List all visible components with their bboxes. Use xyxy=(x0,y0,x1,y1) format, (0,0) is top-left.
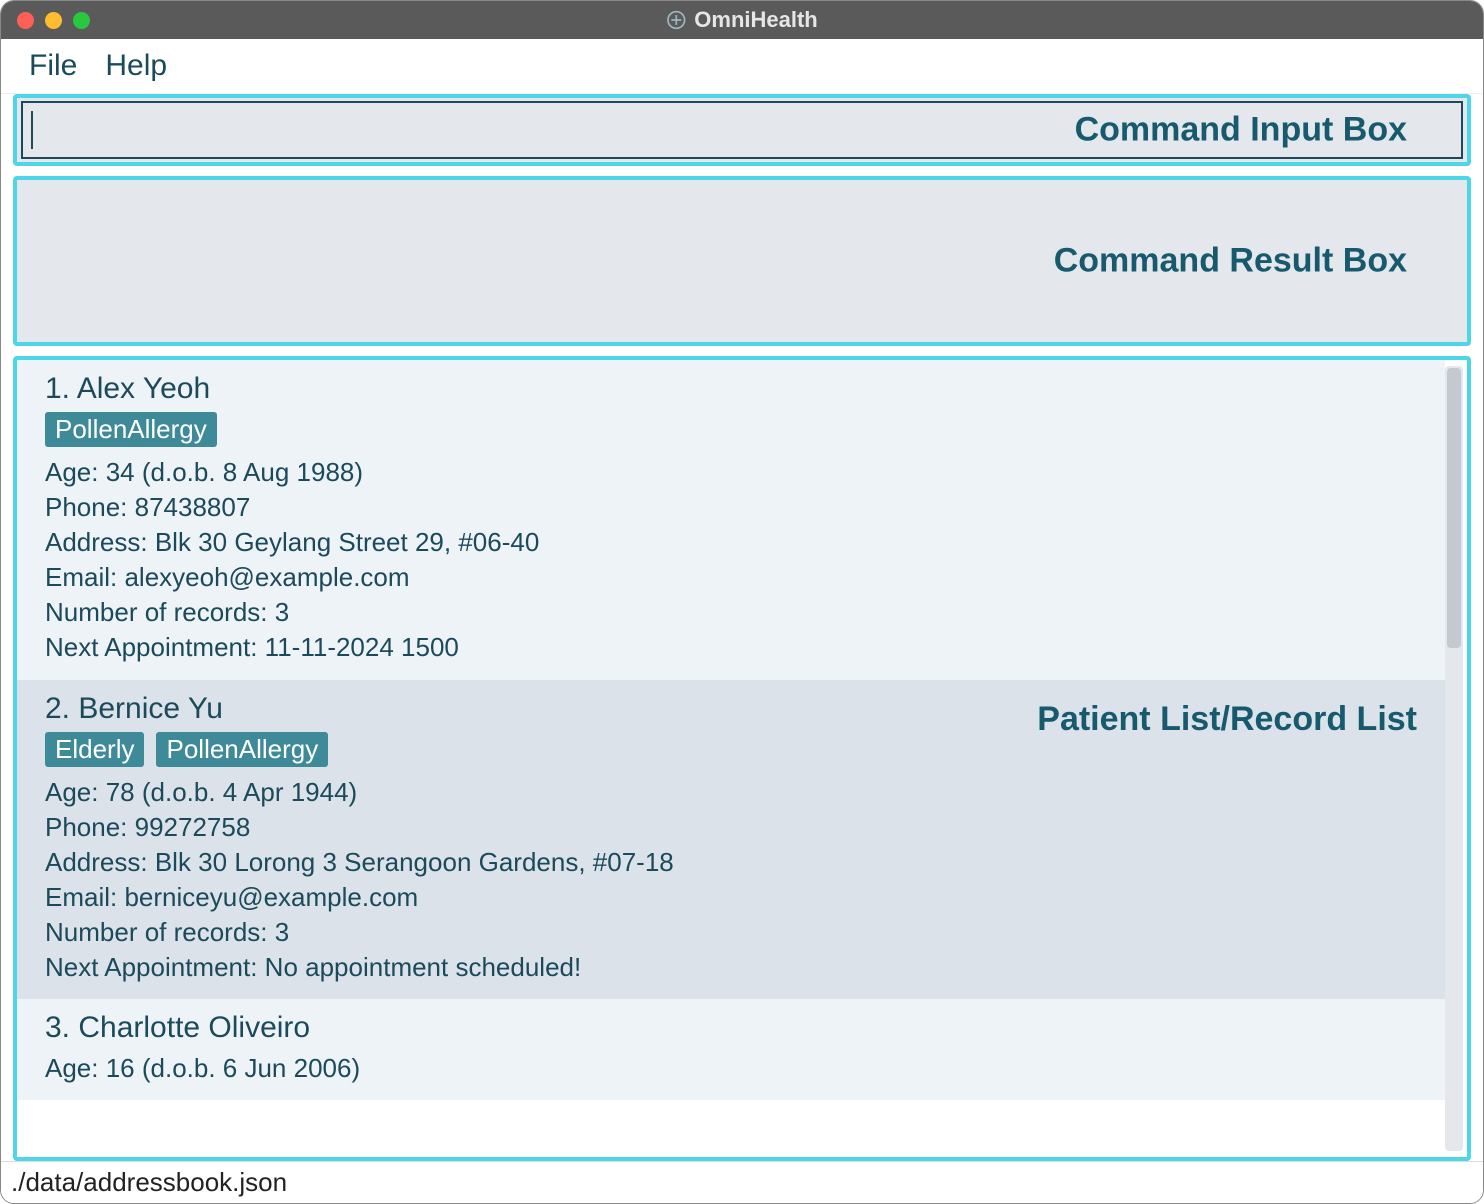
tag: PollenAllergy xyxy=(156,732,328,767)
maximize-icon[interactable] xyxy=(73,12,90,29)
command-result-box: Command Result Box xyxy=(13,176,1471,346)
patient-title: 3. Charlotte Oliveiro xyxy=(45,1011,1417,1045)
window-title: OmniHealth xyxy=(666,7,817,33)
patient-detail-line: Phone: 87438807 xyxy=(45,490,1417,525)
patient-detail-line: Number of records: 3 xyxy=(45,915,1417,950)
tag: PollenAllergy xyxy=(45,412,217,447)
patient-detail-line: Address: Blk 30 Geylang Street 29, #06-4… xyxy=(45,525,1417,560)
patient-detail-line: Email: berniceyu@example.com xyxy=(45,880,1417,915)
menu-help[interactable]: Help xyxy=(105,49,167,83)
command-input-box: Command Input Box xyxy=(13,94,1471,166)
window-controls xyxy=(17,12,90,29)
patient-detail-line: Age: 78 (d.o.b. 4 Apr 1944) xyxy=(45,775,1417,810)
patient-card[interactable]: 3. Charlotte Oliveiro Age: 16 (d.o.b. 6 J… xyxy=(17,999,1445,1100)
scrollbar[interactable] xyxy=(1445,366,1463,1151)
patient-list-box: 1. Alex Yeoh PollenAllergy Age: 34 (d.o.b.… xyxy=(13,356,1471,1161)
menubar: File Help xyxy=(1,39,1483,94)
menu-file[interactable]: File xyxy=(29,49,77,83)
patient-detail-line: Phone: 99272758 xyxy=(45,810,1417,845)
statusbar-path: ./data/addressbook.json xyxy=(11,1167,287,1198)
close-icon[interactable] xyxy=(17,12,34,29)
scrollbar-thumb[interactable] xyxy=(1447,368,1461,648)
patient-list[interactable]: 1. Alex Yeoh PollenAllergy Age: 34 (d.o.b.… xyxy=(17,360,1445,1157)
statusbar: ./data/addressbook.json xyxy=(1,1161,1483,1203)
tag: Elderly xyxy=(45,732,144,767)
text-cursor-icon xyxy=(31,111,33,149)
content-area: Command Input Box Command Result Box 1. … xyxy=(1,94,1483,1161)
patient-detail-line: Email: alexyeoh@example.com xyxy=(45,560,1417,595)
patient-detail-line: Address: Blk 30 Lorong 3 Serangoon Garde… xyxy=(45,845,1417,880)
patient-detail-line: Number of records: 3 xyxy=(45,595,1417,630)
patient-title: 1. Alex Yeoh xyxy=(45,372,1417,406)
patient-detail-line: Age: 16 (d.o.b. 6 Jun 2006) xyxy=(45,1051,1417,1086)
patient-detail-line: Age: 34 (d.o.b. 8 Aug 1988) xyxy=(45,455,1417,490)
command-input[interactable] xyxy=(21,101,1463,159)
app-window: OmniHealth File Help Command Input Box C… xyxy=(0,0,1484,1204)
patient-detail-line: Next Appointment: 11-11-2024 1500 xyxy=(45,630,1417,665)
patient-title: 2. Bernice Yu xyxy=(45,692,1417,726)
window-title-text: OmniHealth xyxy=(694,7,817,33)
patient-tags: PollenAllergy xyxy=(45,412,1417,447)
patient-detail-line: Next Appointment: No appointment schedul… xyxy=(45,950,1417,985)
command-result-label: Command Result Box xyxy=(1054,242,1407,281)
minimize-icon[interactable] xyxy=(45,12,62,29)
patient-card[interactable]: 1. Alex Yeoh PollenAllergy Age: 34 (d.o.b.… xyxy=(17,360,1445,680)
app-logo-icon xyxy=(666,10,686,30)
patient-card[interactable]: 2. Bernice Yu Elderly PollenAllergy Age: 78… xyxy=(17,680,1445,1000)
titlebar: OmniHealth xyxy=(1,1,1483,39)
patient-tags: Elderly PollenAllergy xyxy=(45,732,1417,767)
